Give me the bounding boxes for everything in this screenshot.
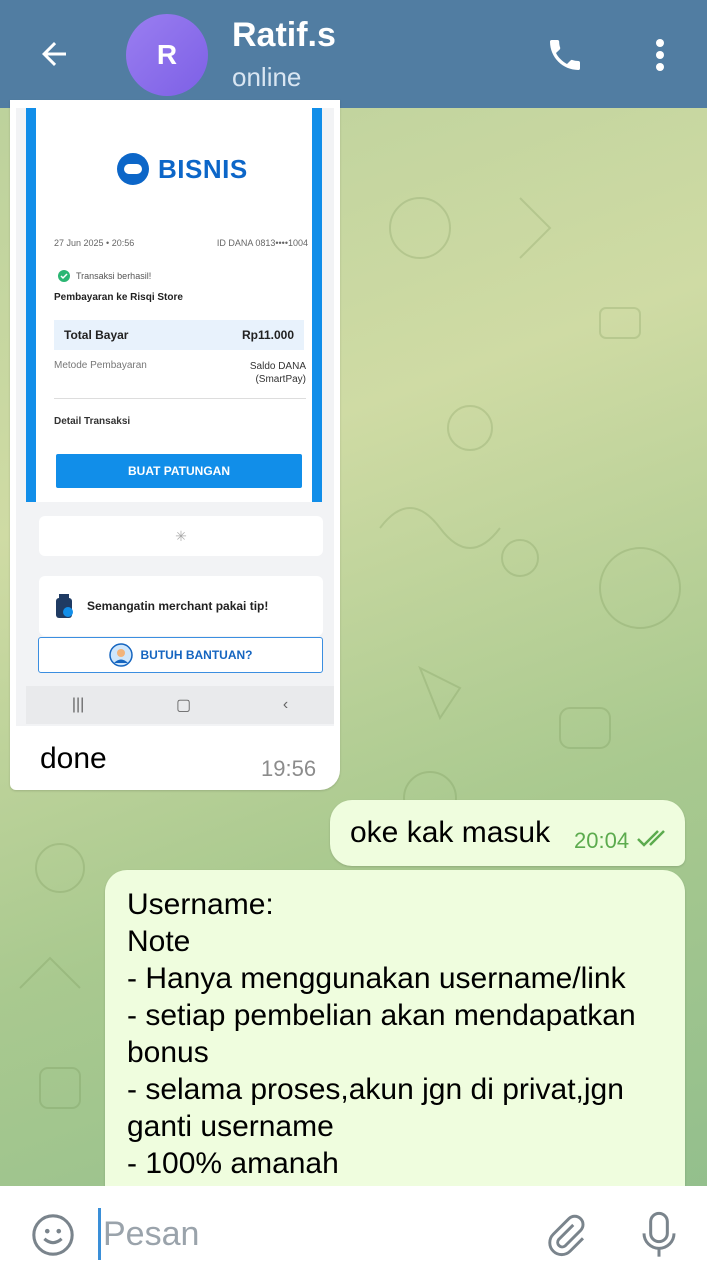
- contact-name[interactable]: Ratif.s: [232, 16, 336, 55]
- tip-card: Semangatin merchant pakai tip!: [39, 576, 323, 636]
- more-menu-button[interactable]: [640, 32, 680, 78]
- home-icon: ▢: [176, 697, 192, 714]
- receipt-status: Transaksi berhasil!: [58, 270, 151, 282]
- recent-apps-icon: |||: [71, 696, 85, 713]
- outgoing-message[interactable]: Username: Note - Hanya menggunakan usern…: [105, 870, 685, 1190]
- chat-header: R Ratif.s online: [0, 0, 707, 108]
- receipt-dana-id: ID DANA 0813••••1004: [216, 238, 308, 248]
- avatar-letter: R: [156, 39, 178, 70]
- help-button: BUTUH BANTUAN?: [38, 637, 323, 673]
- tip-text: Semangatin merchant pakai tip!: [87, 599, 269, 613]
- buat-patungan-button: BUAT PATUNGAN: [56, 454, 302, 488]
- message-time: 19:56: [261, 756, 317, 781]
- smiley-icon: [32, 1214, 74, 1256]
- receipt-total-row: Total Bayar Rp11.000: [54, 320, 304, 350]
- paperclip-icon: [548, 1214, 585, 1257]
- attach-button[interactable]: [540, 1210, 590, 1260]
- message-input[interactable]: [98, 1208, 518, 1260]
- emoji-button[interactable]: [28, 1210, 78, 1260]
- dana-logo-icon: [117, 153, 149, 185]
- method-value: Saldo DANA (SmartPay): [249, 361, 306, 385]
- total-label: Total Bayar: [64, 328, 129, 342]
- brand-label: BISNIS: [158, 153, 248, 184]
- receipt-card: BISNIS 27 Jun 2025 • 20:56 ID DANA 0813•…: [26, 108, 322, 502]
- microphone-icon: [642, 1211, 676, 1257]
- message-input-bar: [0, 1186, 707, 1280]
- back-button[interactable]: [30, 30, 78, 78]
- double-check-icon: [637, 830, 665, 847]
- receipt-merchant: Pembayaran ke Risqi Store: [54, 292, 183, 303]
- support-agent-icon: [108, 643, 133, 667]
- arrow-left-icon: [42, 42, 66, 66]
- more-vertical-icon: [656, 39, 664, 71]
- android-nav-bar: ||| ▢ ‹: [26, 686, 334, 724]
- message-text: oke kak masuk: [350, 816, 551, 849]
- phone-icon: [550, 40, 580, 70]
- detail-label: Detail Transaksi: [54, 416, 131, 427]
- receipt-status-text: Transaksi berhasil!: [76, 271, 152, 281]
- method-label: Metode Pembayaran: [54, 360, 147, 371]
- avatar[interactable]: R: [126, 14, 208, 96]
- tip-jar-icon: [56, 594, 73, 618]
- message-caption: done: [40, 742, 107, 775]
- receipt-screenshot[interactable]: BISNIS 27 Jun 2025 • 20:56 ID DANA 0813•…: [16, 108, 334, 726]
- check-circle-icon: [58, 270, 70, 282]
- contact-status: online: [232, 62, 302, 92]
- message-time: 20:04: [574, 828, 630, 853]
- call-button[interactable]: [540, 32, 590, 78]
- back-chevron-icon: ‹: [282, 696, 289, 713]
- total-value: Rp11.000: [241, 328, 294, 342]
- outgoing-message[interactable]: oke kak masuk 20:04: [330, 800, 685, 866]
- divider: [54, 398, 306, 399]
- receipt-date: 27 Jun 2025 • 20:56: [54, 238, 135, 248]
- help-label: BUTUH BANTUAN?: [140, 648, 253, 662]
- microphone-button[interactable]: [636, 1208, 682, 1262]
- bisnis-logo: BISNIS: [116, 152, 248, 186]
- loading-card: ✳: [39, 516, 323, 556]
- loading-spinner-icon: ✳: [175, 527, 187, 544]
- message-text: Username: Note - Hanya menggunakan usern…: [127, 888, 636, 1180]
